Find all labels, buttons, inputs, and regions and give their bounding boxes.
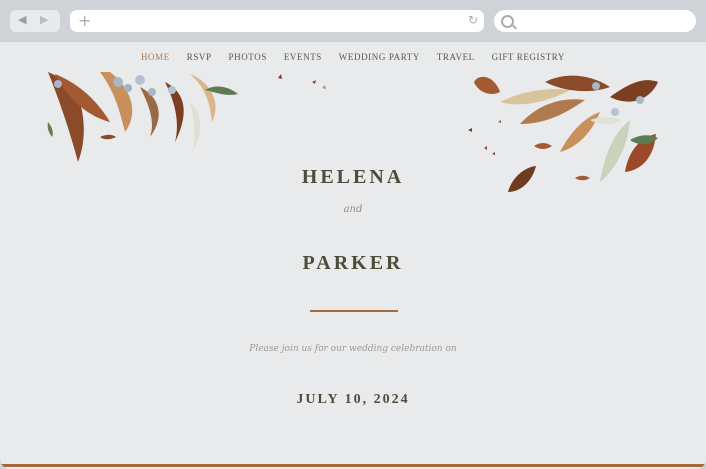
history-buttons: ◀ ▶ bbox=[10, 10, 60, 32]
wedding-page: HOME RSVP PHOTOS EVENTS WEDDING PARTY TR… bbox=[0, 42, 706, 469]
site-navigation: HOME RSVP PHOTOS EVENTS WEDDING PARTY TR… bbox=[0, 52, 706, 62]
plus-icon[interactable]: + bbox=[78, 11, 91, 30]
scattered-leaves bbox=[278, 74, 501, 155]
partner-name-first: HELENA bbox=[301, 166, 405, 188]
nav-wedding-party[interactable]: WEDDING PARTY bbox=[339, 52, 420, 62]
nav-gift-registry[interactable]: GIFT REGISTRY bbox=[492, 52, 565, 62]
nav-events[interactable]: EVENTS bbox=[284, 52, 322, 62]
title-divider bbox=[310, 310, 398, 312]
left-leaf-cluster bbox=[47, 72, 238, 162]
nav-rsvp[interactable]: RSVP bbox=[187, 52, 212, 62]
nav-travel[interactable]: TRAVEL bbox=[437, 52, 475, 62]
browser-window: ◀ ▶ + ↻ HOME RSVP PHOTOS EVENTS WEDDING … bbox=[0, 0, 706, 469]
footer-rule bbox=[0, 464, 706, 467]
search-bar[interactable] bbox=[494, 10, 696, 32]
forward-arrow-icon[interactable]: ▶ bbox=[40, 13, 48, 26]
browser-toolbar: ◀ ▶ + ↻ bbox=[0, 0, 706, 42]
nav-photos[interactable]: PHOTOS bbox=[229, 52, 267, 62]
reload-icon[interactable]: ↻ bbox=[468, 13, 478, 27]
nav-home[interactable]: HOME bbox=[141, 52, 170, 62]
search-icon bbox=[501, 15, 514, 28]
partner-name-second: PARKER bbox=[302, 252, 404, 274]
ampersand-text: and bbox=[343, 204, 363, 215]
back-arrow-icon[interactable]: ◀ bbox=[18, 13, 26, 26]
invitation-line: Please join us for our wedding celebrati… bbox=[249, 344, 457, 354]
address-bar[interactable]: + ↻ bbox=[70, 10, 484, 32]
wedding-date: JULY 10, 2024 bbox=[296, 392, 410, 407]
